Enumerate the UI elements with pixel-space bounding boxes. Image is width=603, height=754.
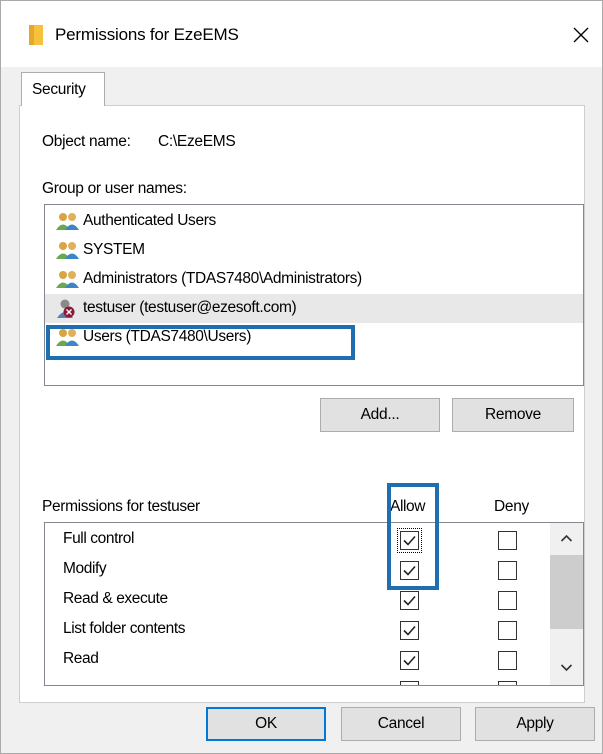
group-user-list[interactable]: Authenticated Users SYSTEM Administrator… (44, 204, 584, 386)
dialog-title: Permissions for EzeEMS (55, 25, 239, 44)
permissions-for-label: Permissions for testuser (42, 498, 200, 515)
checkmark-icon (403, 535, 416, 546)
object-name-value: C:\EzeEMS (158, 133, 236, 150)
scrollbar-thumb[interactable] (550, 555, 583, 629)
deny-checkbox[interactable] (498, 561, 517, 580)
user-group-icon (56, 271, 79, 288)
tab-security[interactable]: Security (21, 72, 105, 106)
permission-name: Read (63, 650, 99, 667)
close-button[interactable] (561, 15, 601, 55)
list-item-testuser[interactable]: testuser (testuser@ezesoft.com) (45, 294, 583, 323)
allow-checkbox[interactable] (400, 561, 419, 580)
deny-checkbox[interactable] (498, 681, 517, 685)
user-group-icon (56, 329, 79, 346)
user-name: Users (TDAS7480\Users) (83, 328, 252, 345)
permission-row-read-execute: Read & execute (45, 586, 545, 616)
user-name: SYSTEM (83, 241, 145, 258)
tab-security-label: Security (32, 81, 86, 98)
deny-column-header: Deny (494, 498, 529, 515)
allow-column-header: Allow (390, 498, 426, 515)
list-item-administrators[interactable]: Administrators (TDAS7480\Administrators) (45, 265, 583, 294)
apply-button[interactable]: Apply (475, 707, 595, 741)
user-group-icon (56, 213, 79, 230)
allow-checkbox[interactable] (397, 528, 422, 553)
permission-row-full-control: Full control (45, 526, 545, 556)
permission-name: Modify (63, 560, 107, 577)
checkmark-icon (403, 595, 416, 606)
list-item-system[interactable]: SYSTEM (45, 236, 583, 265)
allow-checkbox[interactable] (400, 621, 419, 640)
list-item-users[interactable]: Users (TDAS7480\Users) (45, 323, 583, 352)
permission-name: Full control (63, 530, 135, 547)
title-bar[interactable]: Permissions for EzeEMS (1, 1, 602, 67)
permissions-list[interactable]: Full control Modify Read & execute List … (44, 522, 584, 686)
user-name: Administrators (TDAS7480\Administrators) (83, 270, 362, 287)
user-name: testuser (testuser@ezesoft.com) (83, 299, 297, 316)
remove-button[interactable]: Remove (452, 398, 574, 432)
scroll-up-arrow-icon[interactable] (560, 533, 573, 543)
deny-checkbox[interactable] (498, 651, 517, 670)
cancel-button[interactable]: Cancel (341, 707, 461, 741)
scroll-down-arrow-icon[interactable] (560, 663, 573, 673)
folder-icon (29, 25, 43, 45)
allow-checkbox[interactable] (400, 591, 419, 610)
user-name: Authenticated Users (83, 212, 216, 229)
checkmark-icon (403, 655, 416, 666)
list-item-authenticated-users[interactable]: Authenticated Users (45, 207, 583, 236)
permission-row-partial (45, 676, 545, 685)
permission-name: List folder contents (63, 620, 186, 637)
user-group-icon (56, 242, 79, 259)
deny-checkbox[interactable] (498, 621, 517, 640)
object-name-label: Object name: (42, 133, 131, 150)
allow-checkbox[interactable] (400, 681, 419, 685)
security-tab-panel: Object name: C:\EzeEMS Group or user nam… (19, 105, 585, 703)
checkmark-icon (403, 565, 416, 576)
deny-checkbox[interactable] (498, 531, 517, 550)
ok-button[interactable]: OK (206, 707, 326, 741)
deny-checkbox[interactable] (498, 591, 517, 610)
permissions-scrollbar[interactable] (550, 523, 583, 685)
close-icon (573, 27, 589, 43)
dialog-client-area: Security Object name: C:\EzeEMS Group or… (1, 67, 602, 753)
permission-row-read: Read (45, 646, 545, 676)
permission-row-list-folder-contents: List folder contents (45, 616, 545, 646)
permissions-dialog: Permissions for EzeEMS Security Object n… (0, 0, 603, 754)
allow-checkbox[interactable] (400, 651, 419, 670)
add-button[interactable]: Add... (320, 398, 440, 432)
permission-row-modify: Modify (45, 556, 545, 586)
group-user-names-label: Group or user names: (42, 180, 187, 197)
checkmark-icon (403, 625, 416, 636)
unknown-user-icon (57, 299, 75, 318)
permission-name: Read & execute (63, 590, 168, 607)
